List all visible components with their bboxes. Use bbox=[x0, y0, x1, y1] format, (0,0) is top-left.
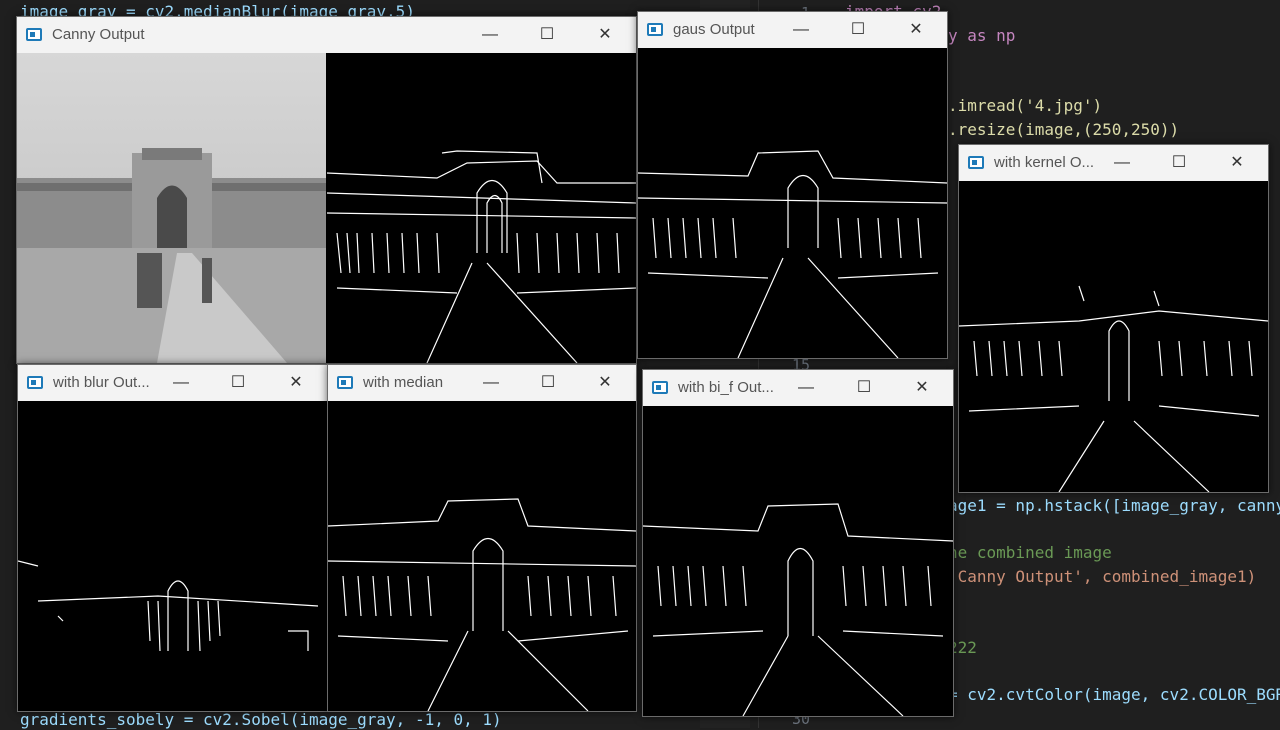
blur-edge-image bbox=[18, 560, 319, 652]
window-app-icon bbox=[968, 156, 984, 169]
minimize-button[interactable]: — bbox=[158, 365, 204, 401]
canny-output-window[interactable]: Canny Output — ☐ ✕ bbox=[16, 16, 637, 364]
kernel-titlebar[interactable]: with kernel O... — ☐ ✕ bbox=[959, 145, 1268, 181]
window-app-icon bbox=[26, 28, 42, 41]
close-button[interactable]: ✕ bbox=[582, 365, 628, 401]
window-app-icon bbox=[647, 23, 663, 36]
gaus-titlebar[interactable]: gaus Output — ☐ ✕ bbox=[638, 12, 947, 48]
window-title: gaus Output bbox=[673, 21, 755, 38]
maximize-button[interactable]: ☐ bbox=[524, 17, 570, 53]
median-output-window[interactable]: with median — ☐ ✕ bbox=[327, 364, 637, 712]
canny-combined-image bbox=[17, 53, 636, 363]
median-image-area bbox=[328, 401, 636, 711]
bif-output-window[interactable]: with bi_f Out... — ☐ ✕ bbox=[642, 369, 954, 717]
canny-image-area bbox=[17, 53, 636, 363]
minimize-button[interactable]: — bbox=[467, 17, 513, 53]
window-title: with kernel O... bbox=[994, 154, 1095, 171]
code-line[interactable]: age1 = np.hstack([image_gray, canny bbox=[948, 496, 1280, 516]
close-button[interactable]: ✕ bbox=[899, 370, 945, 406]
close-button[interactable]: ✕ bbox=[1214, 145, 1260, 181]
window-app-icon bbox=[652, 381, 668, 394]
code-line[interactable]: = cv2.cvtColor(image, cv2.COLOR_BGR bbox=[948, 685, 1280, 705]
window-title: with bi_f Out... bbox=[678, 379, 774, 396]
median-edge-image bbox=[328, 498, 636, 711]
kernel-output-window[interactable]: with kernel O... — ☐ ✕ bbox=[958, 144, 1269, 493]
close-button[interactable]: ✕ bbox=[582, 17, 628, 53]
code-line[interactable]: 'Canny Output', combined_image1) bbox=[948, 567, 1256, 587]
maximize-button[interactable]: ☐ bbox=[1156, 145, 1202, 181]
window-title: Canny Output bbox=[52, 26, 145, 43]
code-line[interactable]: .resize(image,(250,250)) bbox=[948, 120, 1179, 140]
minimize-button[interactable]: — bbox=[778, 12, 824, 48]
window-app-icon bbox=[337, 376, 353, 389]
blur-output-window[interactable]: with blur Out... — ☐ ✕ bbox=[17, 364, 328, 712]
blur-image-area bbox=[18, 401, 327, 711]
close-button[interactable]: ✕ bbox=[273, 365, 319, 401]
bif-titlebar[interactable]: with bi_f Out... — ☐ ✕ bbox=[643, 370, 953, 406]
window-title: with median bbox=[363, 374, 444, 391]
blur-titlebar[interactable]: with blur Out... — ☐ ✕ bbox=[18, 365, 327, 401]
maximize-button[interactable]: ☐ bbox=[841, 370, 887, 406]
minimize-button[interactable]: — bbox=[783, 370, 829, 406]
median-titlebar[interactable]: with median — ☐ ✕ bbox=[328, 365, 636, 401]
gaus-output-window[interactable]: gaus Output — ☐ ✕ bbox=[637, 11, 948, 359]
window-app-icon bbox=[27, 376, 43, 389]
window-title: with blur Out... bbox=[53, 374, 150, 391]
bif-edge-image bbox=[643, 503, 953, 716]
maximize-button[interactable]: ☐ bbox=[215, 365, 261, 401]
minimize-button[interactable]: — bbox=[1099, 145, 1145, 181]
kernel-image-area bbox=[959, 181, 1268, 492]
code-line[interactable]: y as np bbox=[948, 26, 1015, 46]
code-line[interactable]: .imread('4.jpg') bbox=[948, 96, 1102, 116]
maximize-button[interactable]: ☐ bbox=[525, 365, 571, 401]
bif-image-area bbox=[643, 406, 953, 716]
minimize-button[interactable]: — bbox=[468, 365, 514, 401]
gaus-edge-image bbox=[638, 150, 947, 358]
code-line[interactable]: gradients_sobely = cv2.Sobel(image_gray,… bbox=[20, 710, 502, 730]
kernel-edge-image bbox=[959, 285, 1268, 492]
code-line[interactable]: he combined image bbox=[948, 543, 1112, 563]
gaus-image-area bbox=[638, 48, 947, 358]
canny-titlebar[interactable]: Canny Output — ☐ ✕ bbox=[17, 17, 636, 53]
maximize-button[interactable]: ☐ bbox=[835, 12, 881, 48]
close-button[interactable]: ✕ bbox=[893, 12, 939, 48]
